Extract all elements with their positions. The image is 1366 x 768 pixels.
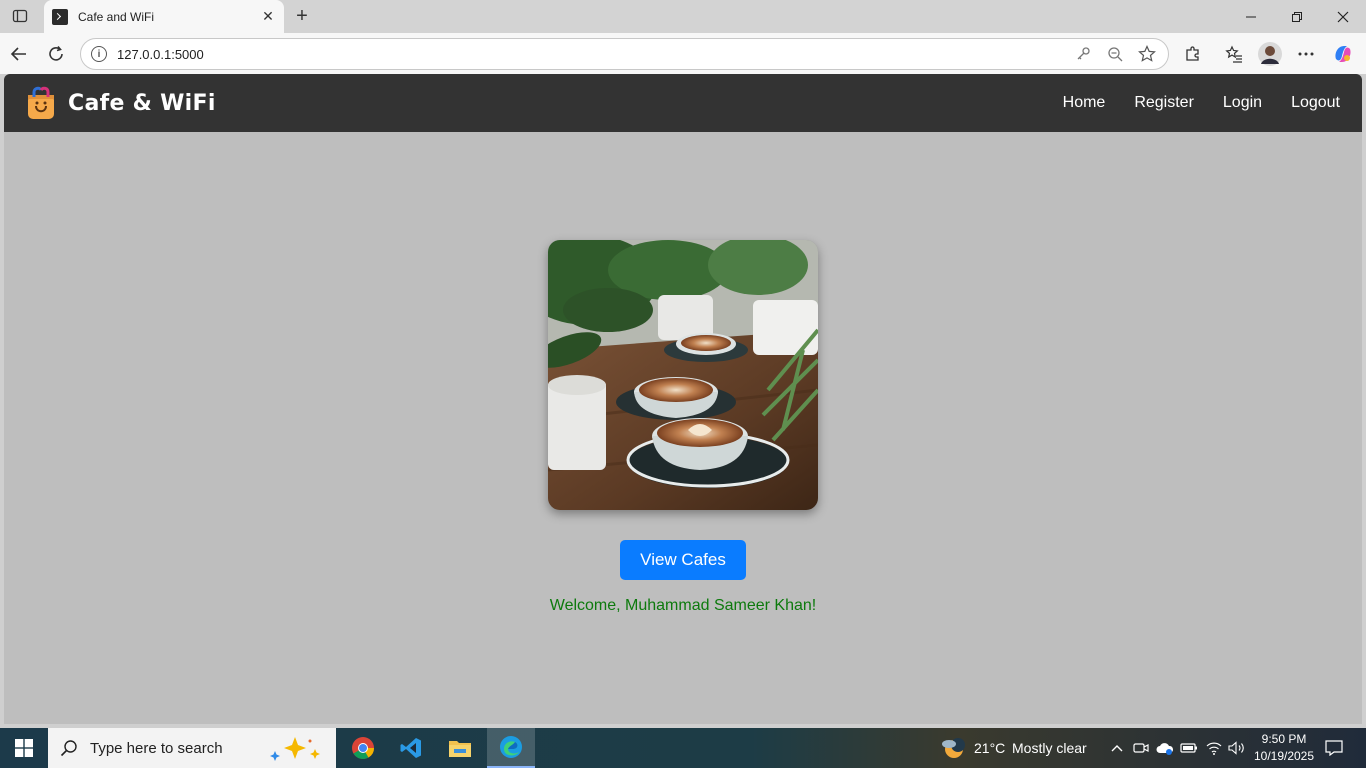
copilot-icon bbox=[1335, 46, 1351, 62]
onedrive-cloud-icon[interactable] bbox=[1156, 739, 1174, 757]
shopping-bag-logo-icon[interactable] bbox=[26, 86, 56, 120]
clock-date: 10/19/2025 bbox=[1253, 749, 1315, 763]
nav-logout-link[interactable]: Logout bbox=[1291, 94, 1340, 112]
web-page: Cafe & WiFi Home Register Login Logout V… bbox=[4, 74, 1362, 724]
sidebar-toggle-icon bbox=[12, 9, 28, 23]
close-tab-icon[interactable]: ✕ bbox=[260, 8, 276, 25]
minimize-button[interactable] bbox=[1228, 0, 1274, 33]
chrome-icon bbox=[352, 737, 374, 759]
reload-button[interactable] bbox=[43, 41, 69, 67]
terminal-favicon-icon bbox=[52, 8, 68, 25]
browser-tab-strip: Cafe and WiFi ✕ + bbox=[0, 0, 1366, 33]
address-bar[interactable]: i 127.0.0.1:5000 bbox=[80, 38, 1169, 70]
copilot-button[interactable] bbox=[1330, 41, 1356, 67]
more-dots-icon bbox=[1298, 52, 1314, 56]
zoom-out-icon[interactable] bbox=[1104, 43, 1126, 65]
url-text[interactable]: 127.0.0.1:5000 bbox=[117, 47, 1062, 62]
meet-now-icon[interactable] bbox=[1132, 739, 1150, 757]
edge-taskbar-app[interactable] bbox=[487, 728, 535, 768]
brand-name[interactable]: Cafe & WiFi bbox=[68, 91, 1034, 116]
minimize-icon bbox=[1246, 16, 1256, 17]
site-info-icon[interactable]: i bbox=[91, 46, 107, 62]
notifications-icon[interactable] bbox=[1323, 739, 1345, 757]
extensions-button[interactable] bbox=[1180, 41, 1206, 67]
favorites-list-icon bbox=[1225, 45, 1242, 63]
tab-actions-button[interactable] bbox=[6, 4, 34, 28]
vscode-icon bbox=[400, 738, 421, 758]
back-button[interactable] bbox=[6, 41, 32, 67]
windows-taskbar: Type here to search 21°C Mostly clear 9:… bbox=[0, 728, 1366, 768]
back-arrow-icon bbox=[10, 47, 26, 61]
new-tab-button[interactable]: + bbox=[290, 5, 314, 27]
hero-coffee-image bbox=[548, 240, 818, 510]
windows-logo-icon bbox=[15, 739, 33, 757]
reload-icon bbox=[49, 45, 63, 61]
favorite-star-icon[interactable] bbox=[1136, 43, 1158, 65]
view-cafes-button[interactable]: View Cafes bbox=[620, 540, 746, 580]
clock-time: 9:50 PM bbox=[1261, 732, 1307, 746]
close-window-button[interactable] bbox=[1320, 0, 1366, 33]
file-explorer-taskbar-app[interactable] bbox=[436, 728, 484, 768]
volume-icon[interactable] bbox=[1228, 739, 1246, 757]
battery-icon[interactable] bbox=[1180, 739, 1198, 757]
folder-icon bbox=[449, 741, 471, 757]
weather-condition[interactable]: Mostly clear bbox=[1012, 740, 1087, 756]
avatar bbox=[1258, 42, 1282, 66]
nav-login-link[interactable]: Login bbox=[1223, 94, 1262, 112]
weather-temperature[interactable]: 21°C bbox=[974, 740, 1005, 756]
site-navbar: Cafe & WiFi Home Register Login Logout bbox=[4, 74, 1362, 132]
puzzle-icon bbox=[1186, 46, 1199, 61]
profile-button[interactable] bbox=[1257, 41, 1283, 67]
nav-register-link[interactable]: Register bbox=[1134, 94, 1194, 112]
chevron-up-icon[interactable] bbox=[1108, 739, 1126, 757]
more-menu-button[interactable] bbox=[1293, 41, 1319, 67]
taskbar-search[interactable]: Type here to search bbox=[48, 728, 336, 768]
restore-button[interactable] bbox=[1274, 0, 1320, 33]
restore-icon bbox=[1292, 11, 1302, 22]
wifi-icon[interactable] bbox=[1205, 739, 1223, 757]
taskbar-clock[interactable]: 9:50 PM 10/19/2025 bbox=[1248, 731, 1320, 765]
search-placeholder: Type here to search bbox=[90, 739, 223, 757]
key-icon[interactable] bbox=[1072, 43, 1094, 65]
favorites-button[interactable] bbox=[1221, 41, 1247, 67]
welcome-message: Welcome, Muhammad Sameer Khan! bbox=[549, 597, 817, 614]
search-icon bbox=[60, 740, 77, 757]
browser-tab[interactable]: Cafe and WiFi ✕ bbox=[44, 0, 284, 33]
browser-toolbar: i 127.0.0.1:5000 bbox=[0, 33, 1366, 74]
weather-moon-icon bbox=[942, 738, 965, 758]
start-button[interactable] bbox=[0, 728, 48, 768]
tab-title: Cafe and WiFi bbox=[78, 9, 155, 24]
edge-icon bbox=[500, 736, 522, 758]
vscode-taskbar-app[interactable] bbox=[387, 728, 435, 768]
chrome-taskbar-app[interactable] bbox=[339, 728, 387, 768]
nav-home-link[interactable]: Home bbox=[1063, 94, 1106, 112]
close-icon bbox=[1337, 11, 1349, 22]
sparkle-icon bbox=[269, 737, 320, 761]
